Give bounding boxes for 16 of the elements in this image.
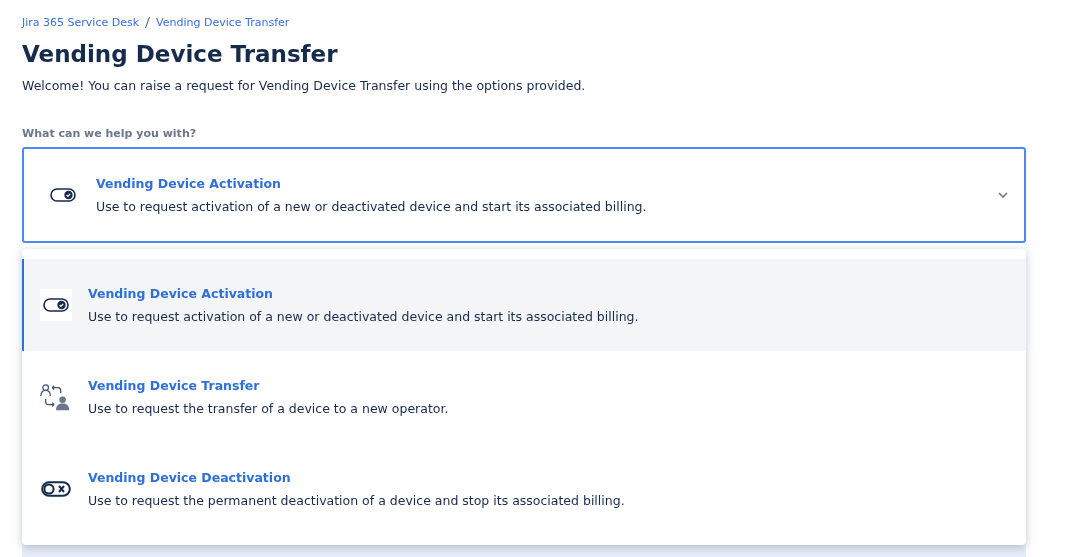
- request-type-select[interactable]: Vending Device Activation Use to request activation of a new or deactivated device and start its associated billing.: [22, 147, 1026, 243]
- breadcrumb-link[interactable]: Jira 365 Service Desk: [22, 15, 140, 29]
- welcome-text: Welcome! You can raise a request for Vending Device Transfer using the options provided.: [22, 77, 587, 95]
- request-option[interactable]: Vending Device Transfer Use to request the transfer of a device to a new operator.: [22, 351, 1026, 443]
- request-option[interactable]: Vending Device Activation Use to request activation of a new or deactivated device and start its associated billing.: [22, 259, 1026, 351]
- toggle-on-icon: [43, 298, 69, 312]
- user-transfer-icon: [40, 382, 72, 412]
- toggle-on-icon: [50, 188, 76, 202]
- selected-request-title: Vending Device Activation: [96, 174, 282, 193]
- page-title: Vending Device Transfer: [22, 40, 339, 69]
- selected-request-description: Use to request activation of a new or deactivated device and start its associated billing.: [96, 197, 648, 216]
- breadcrumb-link[interactable]: Vending Device Transfer: [156, 15, 290, 29]
- field-label: What can we help you with?: [22, 127, 198, 141]
- toggle-off-icon: [41, 481, 71, 497]
- chevron-down-icon: [998, 192, 1008, 198]
- request-option[interactable]: Vending Device Deactivation Use to request the permanent deactivation of a device and stop its associated billing.: [22, 443, 1026, 535]
